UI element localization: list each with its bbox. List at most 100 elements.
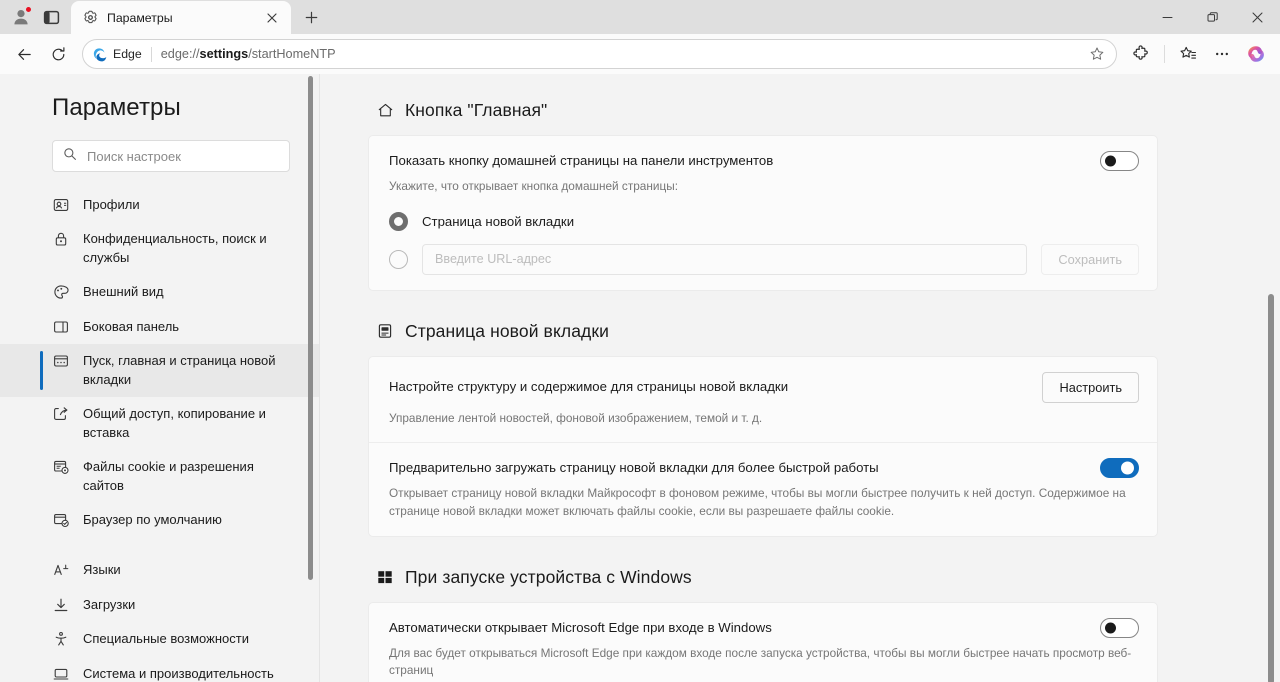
minimize-icon bbox=[1162, 16, 1173, 18]
row-subtitle: Укажите, что открывает кнопка домашней с… bbox=[389, 179, 678, 193]
refresh-button[interactable] bbox=[42, 38, 74, 70]
sidebar-item-label: Браузер по умолчанию bbox=[83, 511, 222, 527]
minimize-button[interactable] bbox=[1145, 0, 1190, 34]
refresh-icon bbox=[52, 46, 64, 60]
sidebar-scrollbar-thumb[interactable] bbox=[308, 76, 313, 580]
browser-tab[interactable]: Параметры bbox=[71, 1, 291, 34]
sidebar-item-label: Конфиденциальность, поиск и службы bbox=[83, 231, 267, 265]
new-tab-button[interactable] bbox=[297, 3, 325, 31]
sidebar-item-label: Профили bbox=[83, 197, 140, 212]
edge-logo-icon bbox=[93, 47, 107, 61]
url-bold: settings bbox=[199, 47, 249, 61]
accessibility-icon bbox=[52, 630, 69, 647]
search-icon bbox=[63, 147, 77, 166]
sidebar-item-appearance[interactable]: Внешний вид bbox=[0, 275, 320, 309]
copilot-button[interactable] bbox=[1240, 38, 1272, 70]
section-header-windows-startup: При запуске устройства с Windows bbox=[376, 567, 1158, 588]
title-bar: Параметры bbox=[0, 0, 1280, 34]
customize-ntp-row: Настройте структуру и содержимое для стр… bbox=[369, 357, 1157, 443]
preload-ntp-row: Предварительно загружать страницу новой … bbox=[369, 442, 1157, 535]
language-icon bbox=[52, 561, 69, 578]
download-icon bbox=[52, 596, 69, 613]
extensions-button[interactable] bbox=[1125, 38, 1157, 70]
row-title: Настройте структуру и содержимое для стр… bbox=[389, 378, 789, 394]
edge-chip-label: Edge bbox=[113, 47, 142, 61]
sidebar-item-profiles[interactable]: Профили bbox=[0, 188, 320, 222]
sidebar-item-share-copy-paste[interactable]: Общий доступ, копирование и вставка bbox=[0, 397, 320, 450]
search-input[interactable] bbox=[87, 148, 279, 164]
radio-label: Страница новой вкладки bbox=[422, 213, 575, 229]
sidebar-item-label: Загрузки bbox=[83, 596, 136, 612]
section-header-new-tab-page: Страница новой вкладки bbox=[376, 321, 1158, 342]
navigation-toolbar: Edge edge://settings/startHomeNTP bbox=[0, 34, 1280, 74]
row-subtitle: Для вас будет открываться Microsoft Edge… bbox=[389, 645, 1132, 678]
tab-actions-icon bbox=[43, 10, 59, 24]
sidebar-nav-list: Профили Конфиденциальность, поиск и служ… bbox=[0, 188, 320, 682]
save-url-button[interactable]: Сохранить bbox=[1041, 243, 1139, 275]
row-title: Показать кнопку домашней страницы на пан… bbox=[389, 152, 774, 168]
ellipsis-icon bbox=[1216, 52, 1228, 56]
section-title: Кнопка "Главная" bbox=[405, 100, 548, 120]
sidebar-item-label: Языки bbox=[83, 562, 121, 578]
windows-startup-card: Автоматически открывает Microsoft Edge п… bbox=[368, 601, 1158, 682]
cookie-permissions-icon bbox=[52, 458, 69, 475]
toggle-knob bbox=[1105, 622, 1116, 634]
sidebar-item-default-browser[interactable]: Браузер по умолчанию bbox=[0, 503, 320, 537]
show-home-button-toggle[interactable] bbox=[1100, 151, 1139, 171]
sidebar-item-label: Общий доступ, копирование и вставка bbox=[83, 406, 266, 440]
plus-icon bbox=[305, 11, 317, 23]
auto-open-edge-toggle[interactable] bbox=[1100, 617, 1139, 638]
section-header-home-button: Кнопка "Главная" bbox=[376, 100, 1158, 121]
maximize-button[interactable] bbox=[1190, 0, 1235, 34]
customize-ntp-button[interactable]: Настроить bbox=[1042, 371, 1139, 403]
sidebar-item-label: Пуск, главная и страница новой вкладки bbox=[83, 353, 276, 387]
profile-avatar-button[interactable] bbox=[6, 2, 36, 32]
settings-search[interactable] bbox=[52, 140, 290, 172]
sidebar-item-system-performance[interactable]: Система и производительность bbox=[0, 657, 320, 682]
settings-content: Кнопка "Главная" Показать кнопку домашне… bbox=[320, 74, 1280, 682]
sidebar-item-label: Файлы cookie и разрешения сайтов bbox=[83, 459, 254, 493]
radio-custom-url-indicator bbox=[389, 249, 408, 269]
tab-title: Параметры bbox=[107, 10, 173, 25]
home-url-input[interactable] bbox=[422, 243, 1028, 275]
home-target-radio-group: Страница новой вкладки Сохранить bbox=[389, 211, 1139, 275]
sidebar-item-sidebar-panel[interactable]: Боковая панель bbox=[0, 310, 320, 344]
address-bar[interactable]: Edge edge://settings/startHomeNTP bbox=[82, 39, 1117, 69]
toggle-knob bbox=[1105, 155, 1116, 167]
back-button[interactable] bbox=[8, 38, 40, 70]
close-window-button[interactable] bbox=[1235, 0, 1280, 34]
url-text: edge://settings/startHomeNTP bbox=[161, 47, 1084, 61]
sidebar-item-accessibility[interactable]: Специальные возможности bbox=[0, 622, 320, 656]
close-icon bbox=[1252, 11, 1263, 23]
collections-button[interactable] bbox=[1172, 38, 1204, 70]
more-options-button[interactable] bbox=[1206, 38, 1238, 70]
tab-actions-button[interactable] bbox=[36, 2, 66, 32]
edge-site-chip: Edge bbox=[93, 47, 142, 62]
new-tab-page-card: Настройте структуру и содержимое для стр… bbox=[368, 355, 1158, 537]
profile-notification-dot bbox=[25, 6, 32, 13]
row-title: Автоматически открывает Microsoft Edge п… bbox=[389, 619, 772, 635]
puzzle-icon bbox=[1133, 45, 1148, 60]
settings-page: Параметры Поиск настроек Профили Конфиде… bbox=[0, 74, 1280, 682]
favorites-list-icon bbox=[1180, 46, 1197, 59]
share-icon bbox=[52, 405, 69, 422]
add-favorite-button[interactable] bbox=[1084, 41, 1110, 67]
sidebar-item-label: Система и производительность bbox=[83, 665, 274, 681]
default-browser-icon bbox=[52, 511, 69, 528]
sidebar-item-cookies-permissions[interactable]: Файлы cookie и разрешения сайтов bbox=[0, 450, 320, 503]
sidebar-item-label: Боковая панель bbox=[83, 318, 180, 334]
sidebar-item-privacy[interactable]: Конфиденциальность, поиск и службы bbox=[0, 222, 320, 275]
content-scrollbar-thumb[interactable] bbox=[1268, 294, 1274, 682]
sidebar-item-downloads[interactable]: Загрузки bbox=[0, 588, 320, 622]
tab-close-button[interactable] bbox=[261, 7, 283, 29]
palette-icon bbox=[52, 283, 69, 300]
sidebar-item-start-home-newtab[interactable]: Пуск, главная и страница новой вкладки bbox=[0, 344, 320, 398]
radio-option-custom-url[interactable]: Сохранить bbox=[389, 243, 1139, 275]
omnibox-divider bbox=[150, 46, 152, 62]
sidebar-item-languages[interactable]: Языки bbox=[0, 553, 320, 587]
new-tab-page-icon bbox=[376, 322, 394, 340]
preload-ntp-toggle[interactable] bbox=[1100, 458, 1139, 479]
radio-option-new-tab[interactable]: Страница новой вкладки bbox=[389, 211, 1139, 231]
lock-icon bbox=[52, 230, 69, 247]
